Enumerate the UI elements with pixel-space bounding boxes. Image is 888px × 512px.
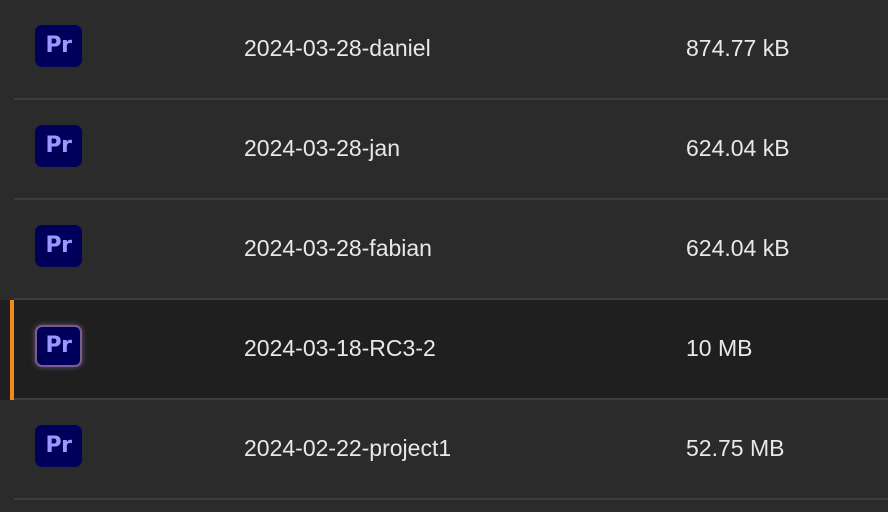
file-name: 2024-03-28-jan [244, 135, 401, 161]
file-row[interactable]: Pr 2024-03-28-daniel 874.77 kB [0, 0, 888, 98]
file-name: 2024-03-18-RC3-2 [244, 335, 436, 361]
file-size: 52.75 MB [686, 435, 785, 461]
row-divider [14, 498, 888, 500]
premiere-pro-file-icon: Pr [35, 225, 82, 267]
file-name: 2024-03-28-fabian [244, 235, 432, 261]
file-name: 2024-03-28-daniel [244, 35, 431, 61]
premiere-pro-file-icon: Pr [35, 125, 82, 167]
file-row[interactable]: Pr 2024-03-28-fabian 624.04 kB [0, 200, 888, 300]
file-size: 874.77 kB [686, 35, 790, 61]
premiere-pro-file-icon: Pr [35, 425, 82, 467]
file-size: 10 MB [686, 335, 753, 361]
file-size: 624.04 kB [686, 135, 790, 161]
file-size: 624.04 kB [686, 235, 790, 261]
file-row[interactable]: Pr 2024-02-22-project1 52.75 MB [0, 400, 888, 500]
premiere-pro-file-icon: Pr [35, 25, 82, 67]
premiere-pro-file-icon: Pr [35, 325, 82, 367]
file-list: Pr 2024-03-28-daniel 874.77 kB Pr 2024-0… [0, 0, 888, 512]
file-row[interactable]: Pr 2024-03-28-jan 624.04 kB [0, 100, 888, 200]
selection-indicator [10, 300, 14, 400]
file-name: 2024-02-22-project1 [244, 435, 452, 461]
file-row-selected[interactable]: Pr 2024-03-18-RC3-2 10 MB [0, 300, 888, 400]
